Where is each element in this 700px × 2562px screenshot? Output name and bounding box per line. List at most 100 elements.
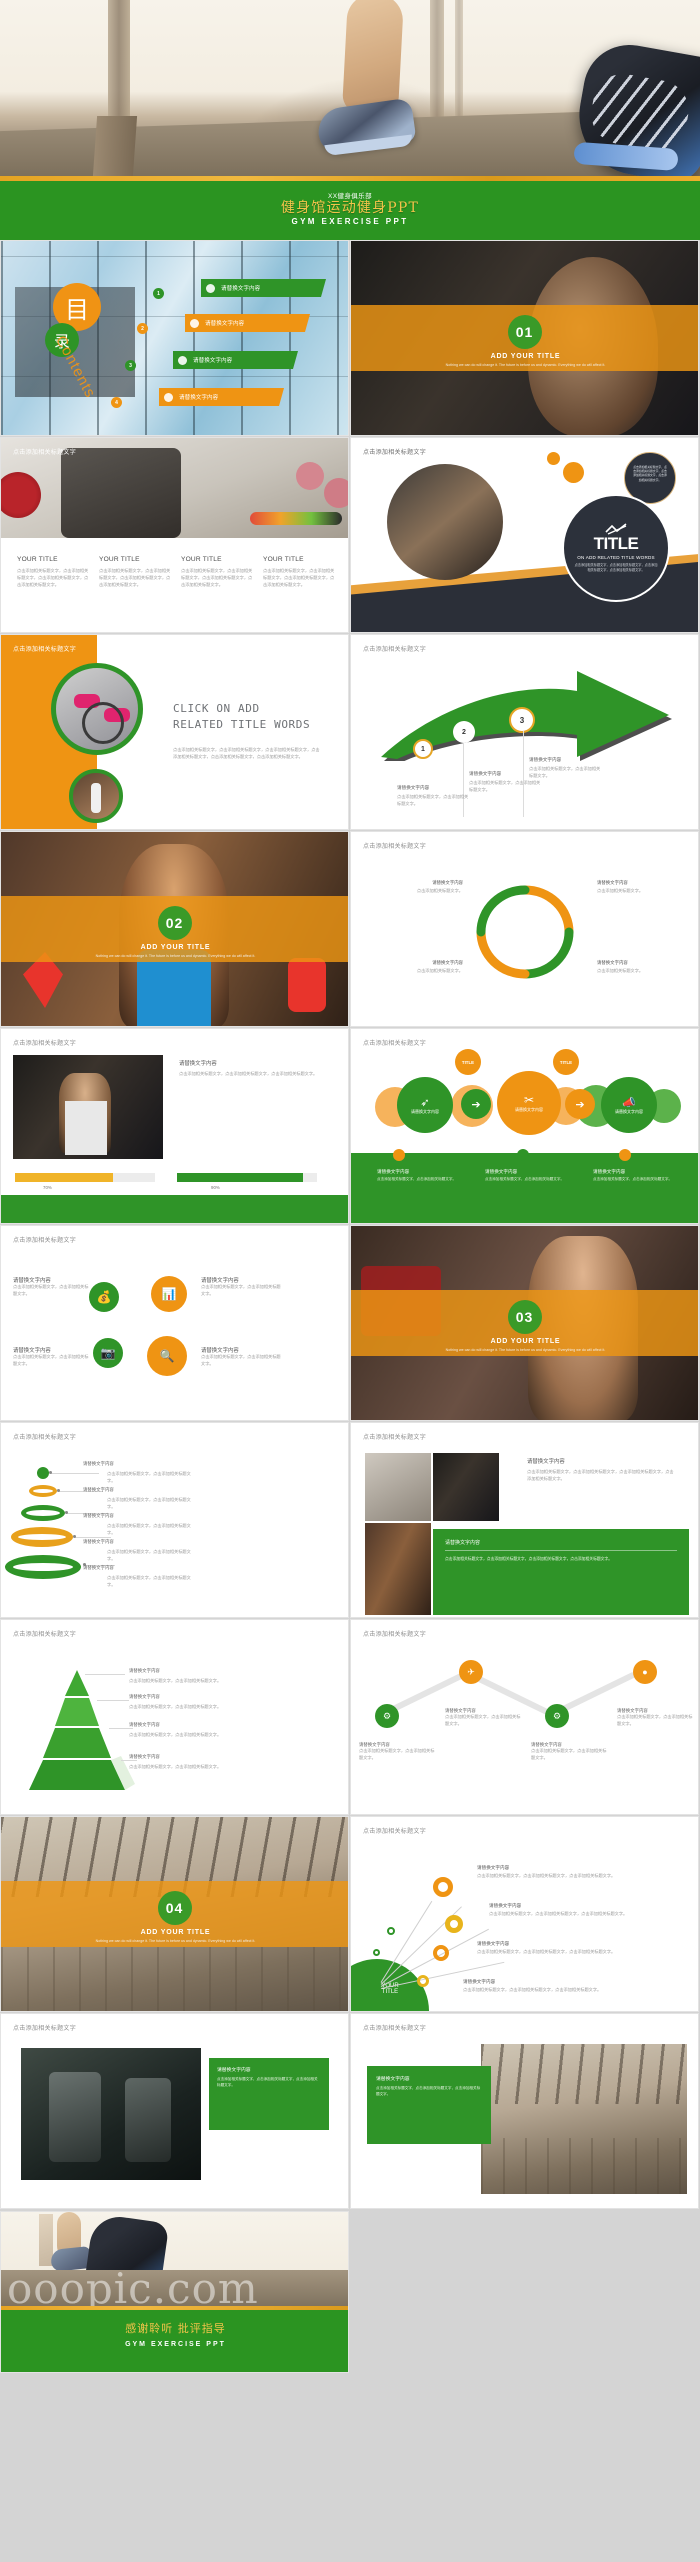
caption-body: 点击添加相关标题文字，点击添加相关标题文字，点击添加相关标题文字。 <box>217 2077 318 2087</box>
chart-icon[interactable]: 📊 <box>151 1276 187 1312</box>
zigzag-node-2[interactable]: ✈ <box>459 1660 483 1684</box>
slide-ring-funnel[interactable]: 点击添加相关标题文字 请替换文字内容 点击添加相关标题文字，点击添加相关标题文字… <box>0 1422 349 1618</box>
bubble-step-1[interactable]: ➶ 请替换文字内容 <box>397 1077 453 1133</box>
fan-body: 点击添加相关标题文字，点击添加相关标题文字，点击添加相关标题文字。 <box>463 1987 602 1992</box>
slide-click-on-add[interactable]: 点击添加相关标题文字 CLICK ON ADD RELATED TITLE WO… <box>0 634 349 830</box>
bubble-step-2[interactable]: ✂ 请替换文字内容 <box>497 1071 561 1135</box>
toc-item-3[interactable]: 请替换文字内容 <box>173 351 298 369</box>
bubble-caption-2[interactable]: 请替换文字内容 点击添加相关标题文字，点击添加相关标题文字。 <box>485 1169 575 1183</box>
person-figure <box>91 783 101 813</box>
zigzag-node-1[interactable]: ⚙ <box>375 1704 399 1728</box>
slide-header: 点击添加相关标题文字 <box>363 1435 427 1441</box>
hall-floor-lines <box>481 2138 687 2194</box>
arrow-step-body: 点击添加相关标题文字，点击添加相关标题文字。 <box>469 780 541 792</box>
slide-pyramid[interactable]: 点击添加相关标题文字 请替换文字内容 点击添加相关标题文字，点击添加相关标题文字… <box>0 1619 349 1815</box>
zigzag-node-3[interactable]: ⚙ <box>545 1704 569 1728</box>
icon-caption-1[interactable]: 请替换文字内容 点击添加相关标题文字，点击添加相关标题文字。 <box>13 1276 89 1298</box>
fan-ring-dot-2 <box>373 1949 380 1956</box>
cycle-caption-4[interactable]: 请替换文字内容 点击添加相关标题文字。 <box>597 960 675 975</box>
bubble-caption-1[interactable]: 请替换文字内容 点击添加相关标题文字，点击添加相关标题文字。 <box>377 1169 467 1183</box>
slide-header: 点击添加相关标题文字 <box>13 1041 77 1047</box>
fan-title: 请替换文字内容 <box>477 1865 510 1870</box>
fan-caption-3[interactable]: 请替换文字内容 点击添加相关标题文字，点击添加相关标题文字，点击添加相关标题文字… <box>477 1941 637 1956</box>
slide-photo-right-caption[interactable]: 点击添加相关标题文字 请替换文字内容 点击添加相关标题文字，点击添加相关标题文字… <box>350 2013 699 2209</box>
slide-photo-progress-bars[interactable]: 点击添加相关标题文字 请替换文字内容 点击添加相关标题文字，点击添加相关标题文字… <box>0 1028 349 1224</box>
cycle-caption-3[interactable]: 请替换文字内容 点击添加相关标题文字。 <box>385 960 463 975</box>
slide-four-column-titles[interactable]: 点击添加相关标题文字 YOUR TITLE 点击添加相关标题文字，点击添加相关标… <box>0 437 349 633</box>
slide-section-divider-04[interactable]: 04 ADD YOUR TITLE Nothing we can do will… <box>0 1816 349 2012</box>
photo-block <box>21 2048 201 2180</box>
slide-photo-green-caption[interactable]: 点击添加相关标题文字 请替换文字内容 点击添加相关标题文字，点击添加相关标题文字… <box>0 2013 349 2209</box>
divider-03-subtitle: Nothing we can do will change it. The fu… <box>445 1348 606 1352</box>
pyramid-lead-3 <box>109 1728 133 1729</box>
fan-caption-1[interactable]: 请替换文字内容 点击添加相关标题文字，点击添加相关标题文字，点击添加相关标题文字… <box>477 1865 637 1880</box>
fourcol-item[interactable]: YOUR TITLE 点击添加相关标题文字，点击添加相关标题文字，点击添加相关标… <box>263 556 337 589</box>
funnel-ring-3 <box>21 1505 65 1521</box>
progress-label-2: 90% <box>211 1185 220 1190</box>
slide-green-arrow[interactable]: 点击添加相关标题文字 1 2 3 请替换文字内容 点击添加相关标题文字，点击添加… <box>350 634 699 830</box>
toc-bullet-icon <box>190 318 199 328</box>
bubble-pin-1: TITLE <box>455 1049 481 1075</box>
plane-icon: ✈ <box>467 1666 475 1677</box>
titlecircle-sub-title: ON ADD RELATED TITLE WORDS <box>577 555 655 561</box>
fan-caption-4[interactable]: 请替换文字内容 点击添加相关标题文字，点击添加相关标题文字，点击添加相关标题文字… <box>463 1979 623 1994</box>
slide-header: 点击添加相关标题文字 <box>13 450 77 456</box>
zigzag-node-4[interactable]: ● <box>633 1660 657 1684</box>
funnel-title-3: 请替换文字内容 <box>83 1513 114 1518</box>
photo-green-panel[interactable]: 请替换文字内容 点击添加相关标题文字，点击添加相关标题文字，点击添加相关标题文字… <box>367 2066 491 2144</box>
slide-fan-radial[interactable]: 点击添加相关标题文字 YOUR TITLE 请替换文字内容 点击添加相关标题文字… <box>350 1816 699 2012</box>
arrow-step-caption-1[interactable]: 请替换文字内容 点击添加相关标题文字，点击添加相关标题文字。 <box>397 785 469 808</box>
slide-bubble-process[interactable]: 点击添加相关标题文字 ➶ 请替换文字内容 ➔ ✂ 请替换文字内容 ➔ 📣 请替换… <box>350 1028 699 1224</box>
zigzag-caption-2[interactable]: 请替换文字内容 点击添加相关标题文字，点击添加相关标题文字。 <box>445 1708 523 1728</box>
slide-photo-grid[interactable]: 点击添加相关标题文字 请替换文字内容 点击添加相关标题文字，点击添加相关标题文字… <box>350 1422 699 1618</box>
titlecircle-main[interactable]: TITLE ON ADD RELATED TITLE WORDS 点击添加相关标… <box>562 494 670 602</box>
pyramid-shape <box>29 1670 135 1790</box>
zigzag-caption-4[interactable]: 请替换文字内容 点击添加相关标题文字，点击添加相关标题文字。 <box>617 1708 695 1728</box>
camera-icon[interactable]: 📷 <box>93 1338 123 1368</box>
zigzag-caption-3[interactable]: 请替换文字内容 点击添加相关标题文字，点击添加相关标题文字。 <box>531 1742 609 1762</box>
cycle-caption-1[interactable]: 请替换文字内容 点击添加相关标题文字。 <box>385 880 463 895</box>
toc-item-2[interactable]: 请替换文字内容 <box>185 314 310 332</box>
zigzag-body: 点击添加相关标题文字，点击添加相关标题文字。 <box>531 1748 607 1760</box>
search-icon[interactable]: 🔍 <box>147 1336 187 1376</box>
fourcol-item[interactable]: YOUR TITLE 点击添加相关标题文字，点击添加相关标题文字，点击添加相关标… <box>181 556 255 589</box>
bubble-caption-title: 请替换文字内容 <box>485 1169 518 1174</box>
fan-caption-2[interactable]: 请替换文字内容 点击添加相关标题文字，点击添加相关标题文字，点击添加相关标题文字… <box>489 1903 649 1918</box>
toc-item-1[interactable]: 请替换文字内容 <box>201 279 326 297</box>
slide-title-circle[interactable]: 点击添加相关标题文字 点击添加相关标题文字，点击添加相关标题文字，点击添加相关标… <box>350 437 699 633</box>
slide-section-divider-03[interactable]: 03 ADD YOUR TITLE Nothing we can do will… <box>350 1225 699 1421</box>
accent-dot-large <box>563 462 584 483</box>
bubble-connector-dot-3 <box>619 1149 631 1161</box>
slide-zigzag[interactable]: 点击添加相关标题文字 ⚙ ✈ ⚙ ● 请替换文字内容 点击添加相关标题文字，点击… <box>350 1619 699 1815</box>
icon-caption-4[interactable]: 请替换文字内容 点击添加相关标题文字，点击添加相关标题文字。 <box>201 1346 281 1368</box>
bubble-label: 请替换文字内容 <box>615 1108 643 1114</box>
fourcol-item[interactable]: YOUR TITLE 点击添加相关标题文字，点击添加相关标题文字，点击添加相关标… <box>99 556 173 589</box>
photogrid-green-panel[interactable]: 请替换文字内容 点击添加相关标题文字，点击添加相关标题文字，点击添加相关标题文字… <box>433 1529 689 1615</box>
bubble-caption-3[interactable]: 请替换文字内容 点击添加相关标题文字，点击添加相关标题文字。 <box>593 1169 683 1183</box>
rocket-icon: ➶ <box>420 1096 430 1109</box>
bubble-step-3[interactable]: 📣 请替换文字内容 <box>601 1077 657 1133</box>
slide-cycle-four[interactable]: 点击添加相关标题文字 请替换文字内容 点击添加相关标题文字。 请替换文字内容 点… <box>350 831 699 1027</box>
icon-caption-2[interactable]: 请替换文字内容 点击添加相关标题文字，点击添加相关标题文字。 <box>201 1276 281 1298</box>
toc-item-4[interactable]: 请替换文字内容 <box>159 388 284 406</box>
icon-body: 点击添加相关标题文字，点击添加相关标题文字。 <box>13 1284 89 1296</box>
photo-green-panel[interactable]: 请替换文字内容 点击添加相关标题文字，点击添加相关标题文字，点击添加相关标题文字… <box>209 2058 329 2130</box>
money-icon[interactable]: 💰 <box>89 1282 119 1312</box>
slide-icon-cluster[interactable]: 点击添加相关标题文字 💰 📊 📷 🔍 请替换文字内容 点击添加相关标题文字，点击… <box>0 1225 349 1421</box>
bars-text-block: 请替换文字内容 点击添加相关标题文字，点击添加相关标题文字，点击添加相关标题文字… <box>179 1059 329 1078</box>
zigzag-body: 点击添加相关标题文字，点击添加相关标题文字。 <box>359 1748 435 1760</box>
arrow-step-caption-3[interactable]: 请替换文字内容 点击添加相关标题文字，点击添加相关标题文字。 <box>529 757 601 780</box>
progress-label-1: 70% <box>43 1185 52 1190</box>
cycle-caption-2[interactable]: 请替换文字内容 点击添加相关标题文字。 <box>597 880 675 895</box>
funnel-ring-1 <box>37 1467 49 1479</box>
zigzag-caption-1[interactable]: 请替换文字内容 点击添加相关标题文字，点击添加相关标题文字。 <box>359 1742 437 1762</box>
slide-section-divider-01[interactable]: 01 ADD YOUR TITLE Nothing we can do will… <box>350 240 699 436</box>
dot-icon: ● <box>642 1667 648 1677</box>
fourcol-item[interactable]: YOUR TITLE 点击添加相关标题文字，点击添加相关标题文字，点击添加相关标… <box>17 556 91 589</box>
slide-header: 点击添加相关标题文字 <box>363 1041 427 1047</box>
slide-thank-you[interactable]: ooopic.com 感谢聆听 批评指导 GYM EXERCISE PPT <box>0 2211 349 2373</box>
icon-caption-3[interactable]: 请替换文字内容 点击添加相关标题文字，点击添加相关标题文字。 <box>13 1346 89 1368</box>
divider-02-subtitle: Nothing we can do will change it. The fu… <box>95 954 256 958</box>
slide-section-divider-02[interactable]: 02 ADD YOUR TITLE Nothing we can do will… <box>0 831 349 1027</box>
slide-table-of-contents[interactable]: 目 录 Contents 1 请替换文字内容 2 请替换文字内容 3 请替换文字… <box>0 240 349 436</box>
